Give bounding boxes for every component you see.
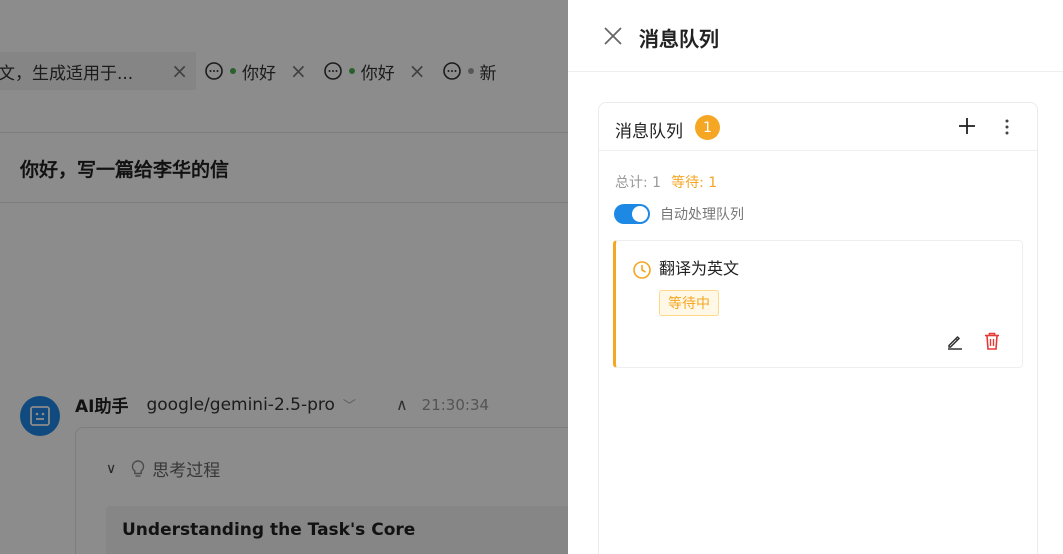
more-options-icon[interactable]	[999, 117, 1015, 137]
auto-process-row: 自动处理队列	[614, 204, 744, 224]
auto-process-toggle[interactable]	[614, 204, 650, 224]
status-badge: 等待中	[659, 290, 719, 316]
clock-icon	[633, 261, 651, 279]
toggle-knob	[632, 206, 648, 222]
edit-icon[interactable]	[946, 332, 964, 350]
queue-card-title: 消息队列	[615, 122, 683, 142]
queue-card-header: 消息队列 1	[599, 103, 1037, 151]
close-icon[interactable]	[602, 25, 624, 47]
drawer-title: 消息队列	[639, 27, 719, 51]
add-message-button[interactable]	[957, 116, 977, 136]
auto-process-label: 自动处理队列	[660, 207, 744, 223]
drawer-header: 消息队列	[568, 0, 1063, 72]
message-queue-drawer: 消息队列 消息队列 1 总计: 1 等待: 1 自动处理队列 翻译为英文 等待中	[568, 0, 1063, 554]
queue-item: 翻译为英文 等待中	[613, 240, 1023, 368]
trash-icon[interactable]	[983, 331, 1001, 351]
queue-count-badge: 1	[695, 115, 720, 140]
queue-stats: 总计: 1 等待: 1	[615, 172, 717, 192]
total-count: 总计: 1	[615, 175, 662, 191]
waiting-count: 等待: 1	[671, 175, 718, 191]
queue-card: 消息队列 1 总计: 1 等待: 1 自动处理队列 翻译为英文 等待中	[598, 102, 1038, 554]
queue-item-text: 翻译为英文	[659, 259, 740, 278]
